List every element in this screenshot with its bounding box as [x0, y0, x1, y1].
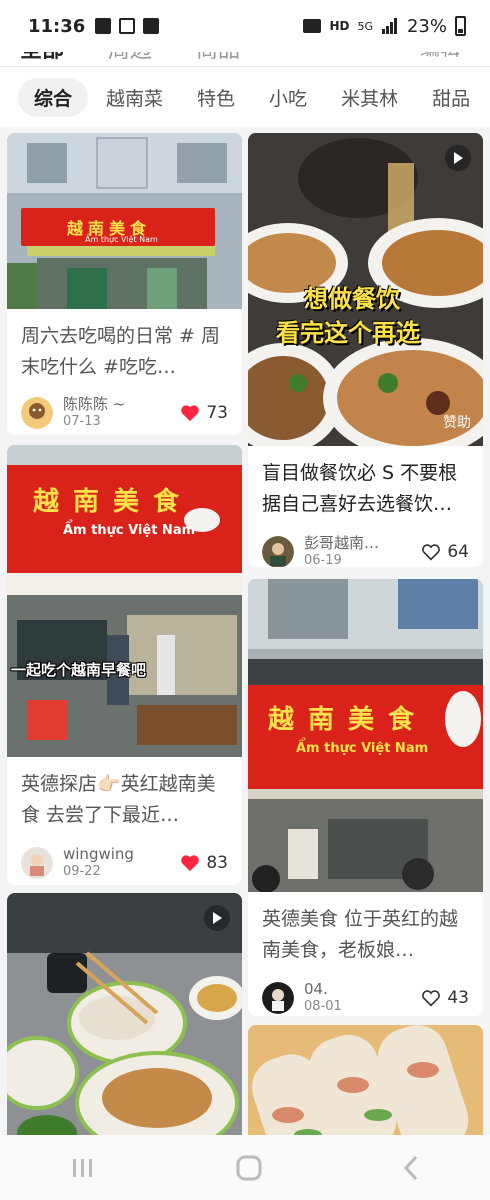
missed-call-icon	[119, 18, 136, 34]
post-card[interactable]	[7, 893, 242, 1135]
status-time: 11:36	[28, 15, 86, 37]
status-right: HD 5G 23%	[303, 16, 466, 37]
author-block: 彭哥越南… 06-19	[304, 534, 379, 567]
category-all[interactable]: 综合	[18, 77, 89, 117]
overlay-text-line1: 想做餐饮	[304, 285, 400, 313]
signal-icon	[381, 18, 397, 34]
sign-subtext: Ẩm thực Việt Nam	[85, 235, 158, 244]
play-icon	[454, 152, 463, 164]
tab-nearby[interactable]: 周边	[108, 52, 152, 64]
like-button[interactable]: 73	[180, 403, 228, 423]
tab-goods[interactable]: 商品	[196, 52, 240, 64]
overlay-text-line2: 看完这个再选	[276, 319, 420, 347]
status-bar: 11:36 HD 5G 23%	[0, 0, 490, 52]
video-badge	[445, 145, 471, 171]
post-image: 越南美食 Ẩm thực Việt Nam	[7, 133, 242, 309]
category-dessert[interactable]: 甜品	[416, 78, 486, 117]
post-title: 盲目做餐饮必 S 不要根据自己喜好去选餐饮…	[262, 462, 458, 515]
feed: 越南美食 Ẩm thực Việt Nam 周六去吃喝的日常 # 周末吃什么 #…	[0, 127, 490, 1135]
heart-filled-icon	[181, 855, 200, 872]
post-card[interactable]: 越南美食 Ẩm thực Việt Nam 一起吃个越南早餐吧 英德探店👉🏻英红…	[7, 445, 242, 885]
post-title: 英德美食 位于英红的越南美食，老板娘…	[262, 908, 459, 961]
category-snack[interactable]: 小吃	[253, 78, 323, 117]
battery-percent: 23%	[406, 15, 447, 37]
checkbox-notification-icon	[143, 18, 160, 34]
hd-label: HD	[329, 19, 350, 33]
play-icon	[213, 912, 222, 924]
sign-subtext: Ẩm thực Việt Nam	[296, 741, 429, 756]
like-count: 43	[447, 988, 469, 1008]
post-image	[248, 1025, 483, 1135]
system-nav-bar	[0, 1135, 490, 1200]
avatar[interactable]	[262, 536, 294, 567]
heart-outline-icon	[422, 990, 441, 1007]
overlay-text: 一起吃个越南早餐吧	[11, 661, 147, 679]
post-image: 越南美食 Ẩm thực Việt Nam	[248, 579, 483, 893]
post-card[interactable]	[248, 1025, 483, 1135]
post-date: 06-19	[304, 553, 342, 567]
author-block: wingwing 09-22	[63, 845, 134, 881]
post-meta: 彭哥越南… 06-19 64	[248, 534, 483, 567]
like-button[interactable]: 43	[421, 988, 469, 1008]
category-bar: 综合 越南菜 特色 小吃 米其林 甜品	[0, 67, 490, 127]
category-michelin[interactable]: 米其林	[325, 78, 414, 117]
tab-all[interactable]: 全部	[20, 52, 64, 64]
author-block: 04. 08-01	[304, 980, 342, 1016]
tab-edit[interactable]: 编辑	[420, 52, 460, 61]
sign-text: 越南美食	[33, 487, 194, 517]
gallery-notification-icon	[95, 18, 112, 34]
author-name[interactable]: wingwing	[63, 845, 134, 863]
back-icon[interactable]	[403, 1155, 419, 1181]
category-vietnamese[interactable]: 越南菜	[90, 78, 179, 117]
author-block: 陈陈陈 ~ 07-13	[63, 395, 125, 431]
post-meta: 陈陈陈 ~ 07-13 73	[7, 395, 242, 431]
video-badge	[204, 905, 230, 931]
post-card[interactable]: 越南美食 Ẩm thực Việt Nam 周六去吃喝的日常 # 周末吃什么 #…	[7, 133, 242, 435]
author-name[interactable]: 陈陈陈 ~	[63, 395, 125, 413]
post-image: 越南美食 Ẩm thực Việt Nam 一起吃个越南早餐吧	[7, 445, 242, 757]
post-meta: wingwing 09-22 83	[7, 845, 242, 881]
home-icon[interactable]	[236, 1155, 262, 1181]
spring-roll-photo	[248, 1025, 483, 1135]
heart-filled-icon	[181, 405, 200, 422]
like-count: 73	[206, 403, 228, 423]
post-date: 09-22	[63, 864, 101, 879]
post-card[interactable]: 想做餐饮 看完这个再选 赞助 盲目做餐饮必 S 不要根据自己喜好去选餐饮… 彭哥…	[248, 133, 483, 567]
recent-apps-icon[interactable]	[71, 1157, 95, 1179]
post-title: 英德探店👉🏻英红越南美食 去尝了下最近…	[21, 773, 216, 826]
rice-roll-photo	[7, 893, 242, 1135]
author-name[interactable]: 04.	[304, 980, 328, 998]
avatar[interactable]	[21, 847, 53, 879]
battery-icon	[455, 16, 466, 36]
author-name[interactable]: 彭哥越南…	[304, 534, 379, 552]
avatar[interactable]	[262, 982, 294, 1014]
like-button[interactable]: 64	[421, 542, 469, 562]
post-meta: 04. 08-01 43	[248, 980, 483, 1016]
post-image	[7, 893, 242, 1135]
sponsored-label: 赞助	[443, 415, 471, 431]
5g-label: 5G	[357, 19, 373, 33]
post-card[interactable]: 越南美食 Ẩm thực Việt Nam 英德美食 位于英红的越南美食，老板娘…	[248, 579, 483, 1016]
like-count: 64	[447, 542, 469, 562]
like-count: 83	[206, 853, 228, 873]
top-tabs-visible: 全部 周边 商品 编辑	[0, 52, 490, 66]
post-image: 想做餐饮 看完这个再选 赞助	[248, 133, 483, 458]
category-special[interactable]: 特色	[181, 78, 251, 117]
avatar[interactable]	[21, 397, 53, 429]
like-button[interactable]: 83	[180, 853, 228, 873]
sign-subtext: Ẩm thực Việt Nam	[63, 523, 196, 538]
message-icon	[303, 19, 322, 33]
heart-outline-icon	[422, 544, 441, 561]
post-date: 08-01	[304, 999, 342, 1014]
sign-text: 越南美食	[268, 705, 429, 735]
post-title: 周六去吃喝的日常 # 周末吃什么 #吃吃…	[21, 325, 220, 378]
post-date: 07-13	[63, 414, 101, 429]
